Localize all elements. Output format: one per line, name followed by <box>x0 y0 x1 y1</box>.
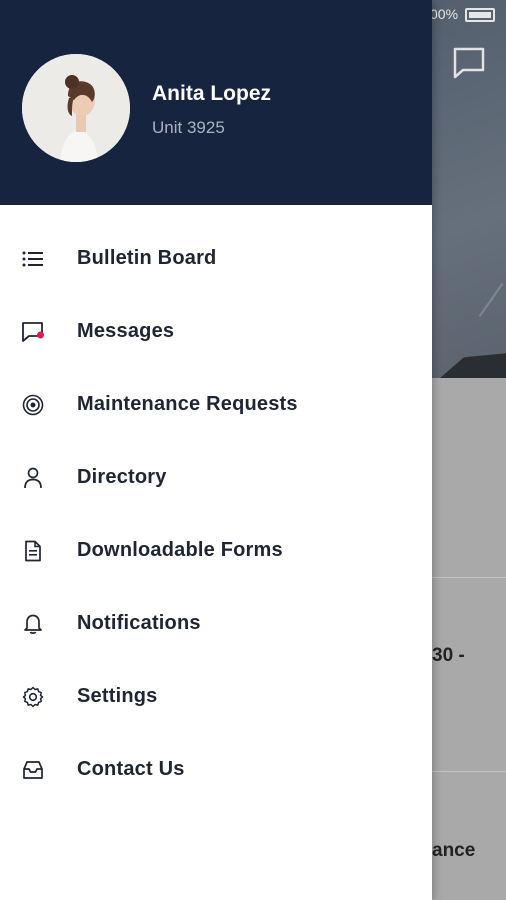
menu-item-notifications[interactable]: Notifications <box>0 587 432 660</box>
menu-item-maintenance-requests[interactable]: Maintenance Requests <box>0 368 432 441</box>
menu-item-directory[interactable]: Directory <box>0 441 432 514</box>
inbox-icon <box>21 758 45 782</box>
battery-percent: 00% <box>430 6 459 22</box>
avatar-photo <box>22 54 130 162</box>
menu-item-contact-us[interactable]: Contact Us <box>0 733 432 806</box>
profile-header: Anita Lopez Unit 3925 <box>0 0 432 205</box>
drawer-menu: Bulletin Board Messages Maintenance Requ… <box>0 222 432 806</box>
list-icon <box>21 247 45 271</box>
menu-item-label: Bulletin Board <box>77 247 217 269</box>
chat-icon[interactable] <box>452 46 486 80</box>
user-name: Anita Lopez <box>152 82 271 105</box>
person-icon <box>21 466 45 490</box>
menu-item-label: Maintenance Requests <box>77 393 298 415</box>
navigation-drawer: Anita Lopez Unit 3925 Bulletin Board Mes… <box>0 0 432 900</box>
menu-item-label: Notifications <box>77 612 201 634</box>
avatar[interactable] <box>22 54 130 162</box>
menu-item-bulletin-board[interactable]: Bulletin Board <box>0 222 432 295</box>
user-unit: Unit 3925 <box>152 118 225 137</box>
gear-icon <box>21 685 45 709</box>
background-card-text: 30 - <box>432 645 465 666</box>
document-icon <box>21 539 45 563</box>
background-card-text: ance <box>432 840 476 861</box>
menu-item-label: Contact Us <box>77 758 185 780</box>
menu-item-label: Settings <box>77 685 158 707</box>
menu-item-downloadable-forms[interactable]: Downloadable Forms <box>0 514 432 587</box>
menu-item-label: Messages <box>77 320 175 342</box>
bell-icon <box>21 612 45 636</box>
menu-item-label: Downloadable Forms <box>77 539 283 561</box>
menu-item-label: Directory <box>77 466 167 488</box>
message-icon <box>21 320 45 344</box>
battery-icon <box>465 8 495 22</box>
target-icon <box>21 393 45 417</box>
menu-item-settings[interactable]: Settings <box>0 660 432 733</box>
menu-item-messages[interactable]: Messages <box>0 295 432 368</box>
